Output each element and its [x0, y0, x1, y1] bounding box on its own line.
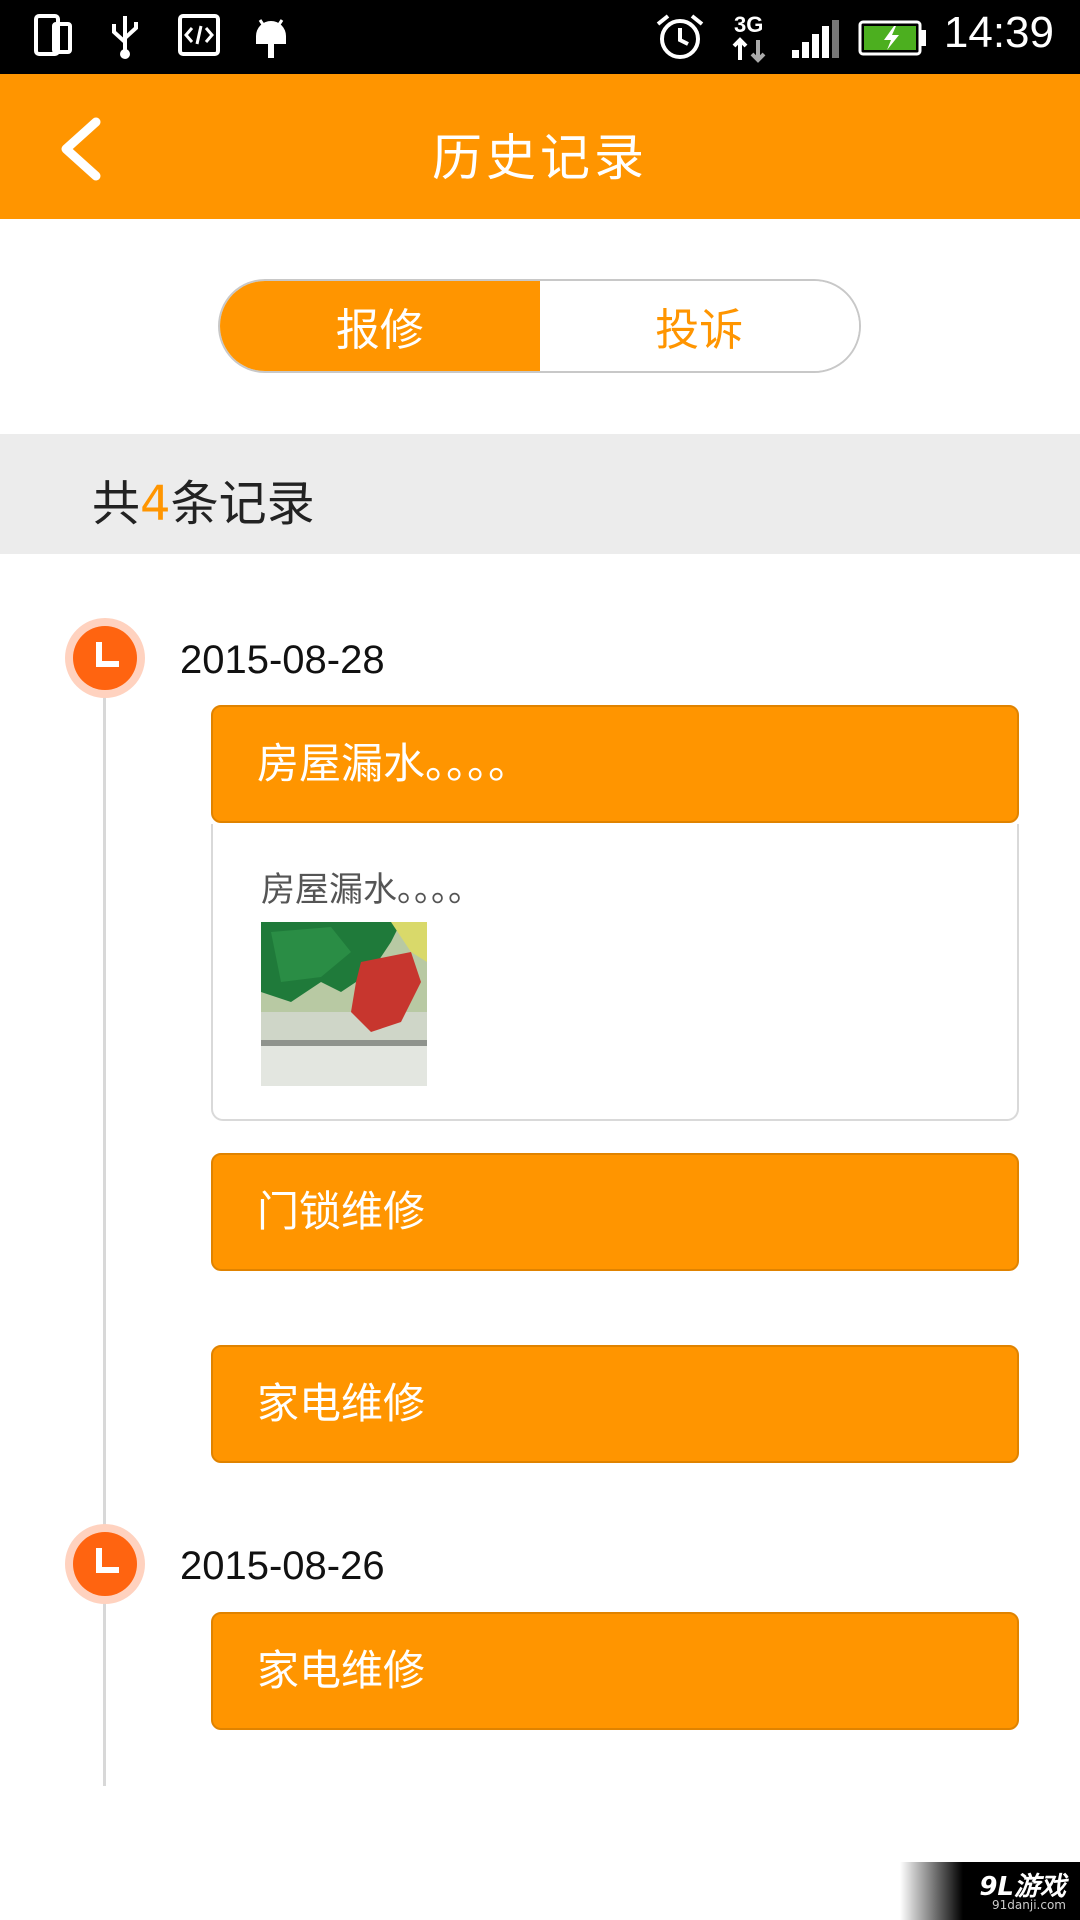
timeline-date: 2015-08-28 [180, 638, 385, 682]
record-count: 共4条记录 [92, 464, 315, 534]
app-header: 历史记录 [0, 74, 1080, 219]
watermark-subtext: 91danji.com [992, 1898, 1066, 1912]
record-photo-thumbnail[interactable] [261, 922, 427, 1086]
network-3g-icon: 3G [732, 12, 766, 63]
status-time: 14:39 [943, 8, 1054, 57]
timeline-date: 2015-08-26 [180, 1544, 385, 1588]
tab-complaint[interactable]: 投诉 [539, 281, 859, 371]
watermark-logo: 9L游戏 91danji.com [900, 1862, 1080, 1920]
tab-switcher: 报修 投诉 [218, 279, 861, 373]
signal-icon [792, 20, 839, 58]
alarm-icon [656, 14, 704, 59]
record-count-number: 4 [140, 476, 171, 532]
record-detail-panel: 房屋漏水。。。。 [211, 824, 1019, 1121]
tab-repair[interactable]: 报修 [220, 281, 540, 371]
status-bar: 3G 14:39 [0, 0, 1080, 74]
clock-icon [65, 618, 145, 698]
timeline-line [103, 660, 106, 1786]
record-item[interactable]: 家电维修 [211, 1612, 1019, 1730]
code-icon [178, 14, 220, 56]
usb-icon [112, 16, 138, 59]
record-count-suffix: 条记录 [170, 476, 315, 532]
clock-icon [65, 1524, 145, 1604]
record-item[interactable]: 门锁维修 [211, 1153, 1019, 1271]
network-3g-label: 3G [734, 12, 763, 37]
record-detail-text: 房屋漏水。。。。 [261, 870, 482, 910]
page-title: 历史记录 [432, 129, 648, 187]
record-count-prefix: 共 [92, 476, 141, 532]
record-item[interactable]: 家电维修 [211, 1345, 1019, 1463]
phone-screens-icon [34, 14, 72, 56]
android-icon [256, 19, 286, 58]
record-count-bar: 共4条记录 [0, 434, 1080, 554]
battery-charging-icon [858, 20, 926, 56]
record-item[interactable]: 房屋漏水。。。。 [211, 705, 1019, 823]
